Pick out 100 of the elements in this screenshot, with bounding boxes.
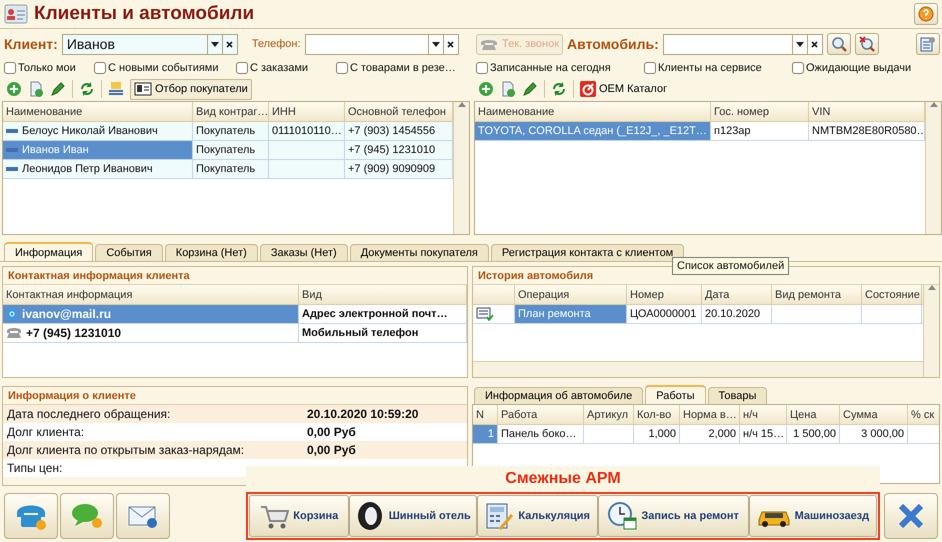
add-icon (478, 81, 494, 97)
client-field[interactable]: Иванов (62, 34, 238, 54)
related-app-button[interactable]: Запись на ремонт (598, 495, 749, 537)
checkbox[interactable] (236, 62, 248, 74)
checkbox[interactable] (94, 62, 106, 74)
clear-search-button[interactable] (854, 33, 879, 55)
column-header[interactable]: Кол-во (634, 405, 680, 424)
info-value: 20.10.2020 10:59:20 (307, 407, 418, 421)
related-app-button[interactable]: Корзина (249, 495, 349, 537)
table-cell: 1 500,00 (787, 425, 840, 443)
dropdown-icon (210, 42, 219, 46)
settings-button[interactable] (916, 33, 940, 55)
checkbox-label: С новыми событиями (108, 62, 218, 74)
tab[interactable]: События (95, 244, 163, 261)
column-header[interactable]: Артикул (584, 405, 634, 424)
table-cell: Адрес электронной почт… (299, 305, 467, 323)
checkbox-label: С товарами в резе… (350, 62, 456, 74)
column-header[interactable]: Вид (299, 285, 467, 304)
scroll-up-icon (928, 285, 936, 290)
related-app-button[interactable]: Машинозаезд (748, 495, 877, 537)
close-button[interactable] (884, 493, 938, 539)
checkbox[interactable] (336, 62, 348, 74)
email-button[interactable] (116, 493, 170, 539)
at-sign-icon (6, 308, 18, 320)
search-button[interactable] (826, 33, 851, 55)
table-cell[interactable]: +7 (945) 1231010 (3, 324, 299, 342)
column-header[interactable]: Наименование (475, 102, 711, 121)
column-header[interactable]: Операция (515, 285, 627, 304)
add-icon (6, 81, 22, 97)
tooltip: Список автомобилей (672, 257, 790, 275)
info-label: Дата последнего обращения: (7, 407, 172, 421)
scrollbar[interactable] (925, 102, 941, 234)
column-header[interactable]: Вид ремонта (772, 285, 862, 304)
help-button[interactable] (914, 3, 938, 25)
phone-label: Телефон: (252, 38, 301, 50)
related-app-button[interactable]: Шинный отель (348, 495, 477, 537)
tab[interactable]: Заказы (Нет) (260, 244, 348, 261)
table-cell: 20.10.2020 (702, 305, 772, 323)
info-label: Типы цен: (7, 461, 64, 475)
tab[interactable]: Товары (708, 387, 768, 404)
clear-search-icon (858, 36, 875, 52)
scrollbar[interactable] (453, 102, 469, 234)
column-header[interactable]: Наименование (3, 102, 193, 121)
phone-field[interactable] (304, 34, 459, 54)
column-header[interactable]: Гос. номер (711, 102, 809, 121)
tab[interactable]: Регистрация контакта с клиентом (490, 244, 684, 261)
copy-icon (500, 81, 516, 97)
related-apps-title: Смежные АРМ (505, 469, 621, 489)
item-icon (6, 147, 18, 153)
checkbox[interactable] (4, 62, 16, 74)
scroll-up-icon (930, 102, 938, 107)
info-value: 0,00 Руб (307, 425, 356, 439)
table-cell: 3 000,00 (840, 425, 908, 443)
tab[interactable]: Документы покупателя (350, 244, 489, 261)
column-header[interactable]: Состояние (862, 285, 922, 304)
checkbox[interactable] (644, 62, 656, 74)
window-title: Клиенты и автомобили (34, 3, 256, 25)
table-cell[interactable]: Леонидов Петр Иванович (3, 160, 193, 178)
column-header[interactable]: н/ч (740, 405, 787, 424)
sms-bubble-icon (70, 501, 104, 531)
client-label: Клиент: (4, 36, 58, 52)
item-icon (6, 166, 18, 172)
car-label: Автомобиль: (567, 36, 659, 52)
horizontal-scrollbar[interactable] (473, 361, 923, 377)
calculator-icon (484, 501, 514, 531)
tab[interactable]: Работы (645, 385, 706, 404)
checkbox[interactable] (792, 62, 804, 74)
sms-button[interactable] (60, 493, 114, 539)
info-value: 0,00 Руб (307, 443, 356, 457)
checkbox-label: С заказами (250, 62, 308, 74)
column-header[interactable]: Дата (702, 285, 772, 304)
column-header[interactable]: Номер (627, 285, 702, 304)
scrollbar[interactable] (923, 285, 939, 377)
tab[interactable]: Корзина (Нет) (164, 244, 258, 261)
checkbox[interactable] (476, 62, 488, 74)
column-header[interactable]: Работа (498, 405, 584, 424)
phone-button[interactable] (4, 493, 58, 539)
column-header[interactable]: Норма в… (680, 405, 740, 424)
clear-icon (447, 40, 454, 48)
column-header[interactable]: Вид контраг… (193, 102, 269, 121)
table-cell: Мобильный телефон (299, 324, 467, 342)
table-cell[interactable]: Белоус Николай Иванович (3, 122, 193, 140)
column-header[interactable]: % ск (908, 405, 939, 424)
item-icon (6, 128, 18, 134)
column-header[interactable]: Контактная информация (3, 285, 299, 304)
tab[interactable]: Информация (4, 242, 94, 261)
car-field[interactable] (662, 34, 823, 54)
related-app-button[interactable]: Калькуляция (476, 495, 598, 537)
search-icon (830, 36, 847, 52)
customer-filter-button[interactable]: Отбор покупатели (130, 78, 252, 100)
column-header[interactable]: Цена (787, 405, 840, 424)
phone-icon (480, 37, 498, 51)
oem-catalog-button[interactable]: OEM Каталог (580, 81, 668, 97)
pencil-icon (50, 81, 66, 97)
document-check-icon (476, 307, 494, 321)
column-header[interactable]: Сумма (840, 405, 908, 424)
close-icon (897, 502, 925, 530)
column-header[interactable]: N (473, 405, 498, 424)
column-header[interactable]: ИНН (269, 102, 345, 121)
tab[interactable]: Информация об автомобиле (474, 387, 644, 404)
